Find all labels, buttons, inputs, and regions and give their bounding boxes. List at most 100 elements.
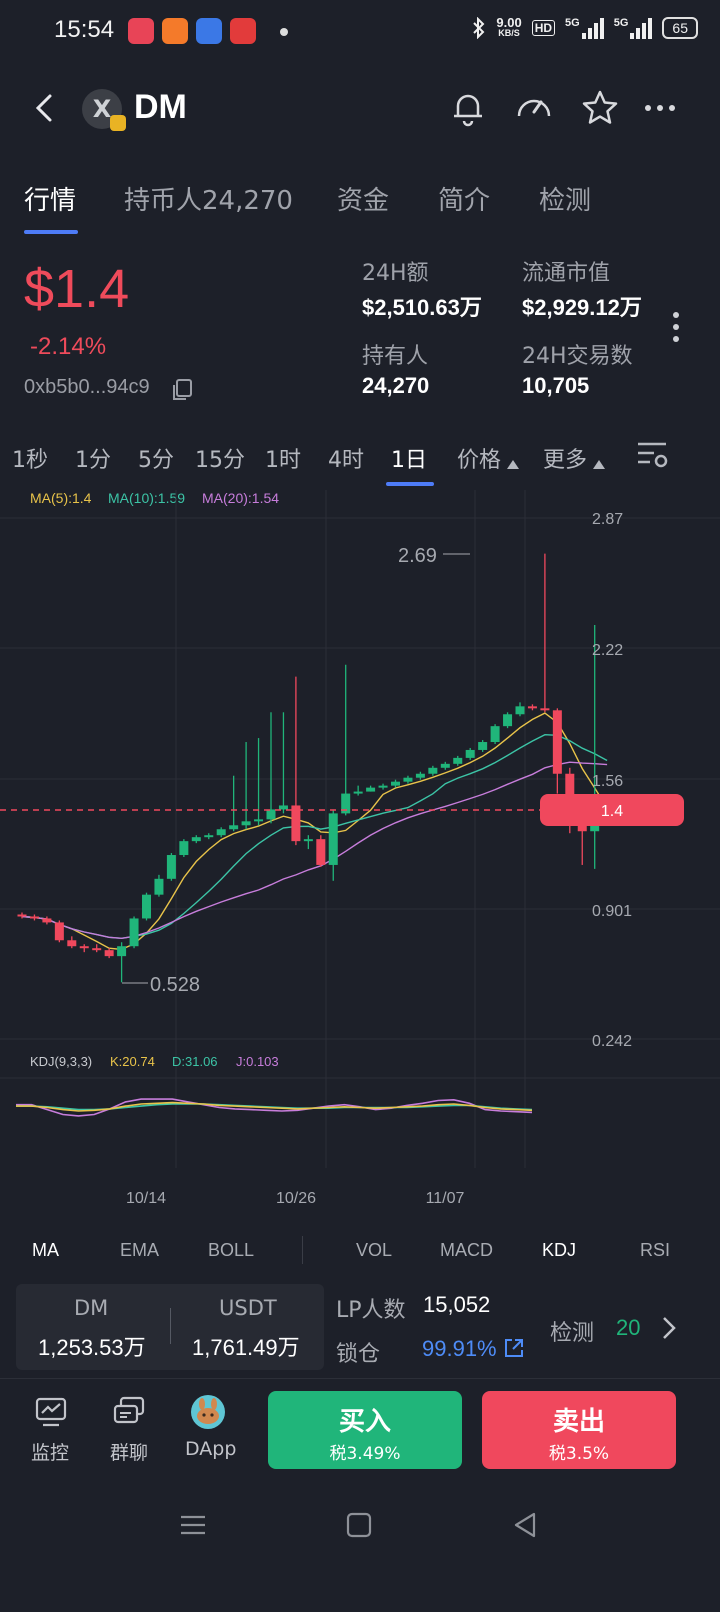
pancakeswap-icon[interactable] (190, 1394, 226, 1430)
liquidity-pool-box: DM 1,253.53万 USDT 1,761.49万 (16, 1284, 324, 1370)
buy-button[interactable]: 买入 税3.49% (268, 1391, 462, 1469)
tab-intro[interactable]: 简介 (438, 180, 490, 217)
bnb-badge-icon (110, 115, 126, 131)
indicator-macd[interactable]: MACD (440, 1240, 493, 1261)
indicator-vol[interactable]: VOL (356, 1240, 392, 1261)
candle-body (503, 714, 513, 727)
hd-badge: HD (531, 20, 556, 36)
candle-body (266, 809, 276, 820)
candle-body (316, 839, 326, 865)
candle-body (129, 918, 139, 947)
candle-body (527, 706, 537, 709)
pool-token-value: 1,253.53万 (38, 1335, 146, 1360)
candle-body (204, 835, 214, 838)
timeframe-1h[interactable]: 1时 (265, 442, 301, 474)
price-dropdown-label: 价格 (457, 448, 502, 473)
candle-body (478, 742, 488, 750)
price-change: -2.14% (30, 333, 107, 360)
lp-count-value: 15,052 (423, 1292, 491, 1317)
copy-icon[interactable] (170, 378, 194, 402)
y-tick-label: 2.22 (592, 642, 623, 659)
current-price: $1.4 (24, 259, 130, 319)
price-dropdown[interactable]: 价格 (457, 442, 520, 474)
nav-group-label[interactable]: 群聊 (110, 1438, 148, 1465)
candle-body (515, 706, 525, 715)
candle-body (42, 918, 52, 923)
pool-quote-label: USDT (219, 1296, 277, 1320)
stat-value-24h-volume: $2,510.63万 (362, 295, 482, 320)
signal-2: 5G (614, 17, 653, 39)
star-icon[interactable] (580, 88, 620, 128)
indicator-divider (302, 1236, 303, 1264)
ma10-line (21, 733, 608, 940)
tab-market[interactable]: 行情 (24, 180, 76, 217)
menu-nav-icon[interactable] (176, 1508, 210, 1542)
candle-body (29, 916, 39, 919)
indicator-ema[interactable]: EMA (120, 1240, 159, 1261)
check-label[interactable]: 检测 (550, 1315, 594, 1347)
check-score[interactable]: 20 (616, 1315, 640, 1341)
tab-funds[interactable]: 资金 (337, 180, 389, 217)
battery-indicator: 65 (662, 17, 698, 39)
candle-body (67, 940, 77, 947)
high-annotation: 2.69 (398, 545, 437, 567)
gauge-icon[interactable] (514, 88, 554, 128)
candle-body (117, 946, 127, 957)
nav-dapp-label[interactable]: DApp (185, 1438, 236, 1460)
candle-body (415, 773, 425, 778)
external-link-icon[interactable] (502, 1336, 526, 1360)
pool-token-label: DM (74, 1296, 109, 1320)
chart-settings-icon[interactable] (636, 440, 670, 470)
lock-value: 99.91% (422, 1336, 497, 1361)
kdj-lines (16, 1098, 533, 1117)
candle-body (403, 777, 413, 782)
ma20-line (21, 761, 608, 940)
back-nav-icon[interactable] (508, 1508, 542, 1542)
timeframe-5m[interactable]: 5分 (138, 442, 174, 474)
notification-dot-icon (280, 28, 288, 36)
timeframe-1s[interactable]: 1秒 (12, 442, 48, 474)
kdj-j-legend: J:0.103 (236, 1054, 279, 1069)
bell-icon[interactable] (448, 88, 488, 128)
more-dropdown[interactable]: 更多 (543, 442, 606, 474)
stat-label-24h-volume: 24H额 (362, 261, 429, 286)
social-app-icon (162, 18, 188, 44)
home-nav-icon[interactable] (342, 1508, 376, 1542)
pool-quote-value: 1,761.49万 (192, 1335, 300, 1360)
chart-grid (0, 490, 720, 1168)
sell-tax-label: 税3.5% (548, 1444, 610, 1464)
stats-more-icon[interactable] (673, 312, 681, 348)
more-icon[interactable] (642, 88, 682, 128)
group-chat-icon[interactable] (111, 1394, 147, 1430)
kdj-d-legend: D:31.06 (172, 1054, 218, 1069)
indicator-ma[interactable]: MA (32, 1240, 59, 1261)
dropdown-triangle-icon (593, 460, 606, 469)
tab-holders[interactable]: 持币人24,270 (124, 180, 293, 217)
nav-monitor-label[interactable]: 监控 (31, 1438, 69, 1465)
chevron-right-icon[interactable] (656, 1314, 680, 1342)
indicator-rsi[interactable]: RSI (640, 1240, 670, 1261)
indicator-kdj[interactable]: KDJ (542, 1240, 576, 1261)
timeframe-active-indicator (386, 482, 434, 486)
candle-body (440, 763, 450, 768)
candle-body (92, 948, 102, 951)
y-tick-label: 0.242 (592, 1033, 632, 1050)
monitor-icon[interactable] (33, 1394, 69, 1430)
timeframe-4h[interactable]: 4时 (328, 442, 364, 474)
indicator-boll[interactable]: BOLL (208, 1240, 254, 1261)
candles (17, 553, 612, 983)
x-tick-label: 10/14 (126, 1190, 166, 1207)
sell-button[interactable]: 卖出 税3.5% (482, 1391, 676, 1469)
timeframe-1d[interactable]: 1日 (391, 442, 427, 474)
back-icon[interactable] (26, 88, 66, 128)
stat-label-market-cap: 流通市值 (522, 261, 611, 286)
timeframe-15m[interactable]: 15分 (195, 442, 245, 474)
tab-active-indicator (24, 230, 78, 234)
tab-check[interactable]: 检测 (539, 180, 591, 217)
timeframe-1m[interactable]: 1分 (75, 442, 111, 474)
contract-address: 0xb5b0...94c9 (24, 376, 150, 398)
kdj-k-legend: K:20.74 (110, 1054, 155, 1069)
candlestick-chart[interactable]: 2.87 2.22 1.56 0.901 0.242 1.4 2.69 0.52… (0, 490, 720, 1220)
candle-body (391, 781, 400, 786)
candle-body (79, 946, 89, 949)
